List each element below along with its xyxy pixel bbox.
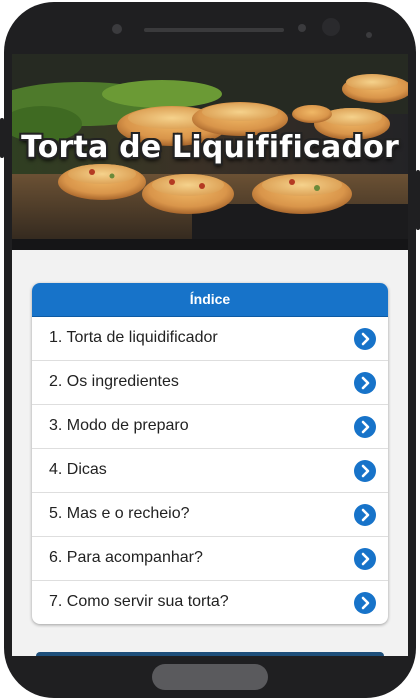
- chevron-right-icon[interactable]: [354, 328, 376, 350]
- front-camera: [322, 18, 340, 36]
- hero-banner: Torta de Liquifificador: [12, 54, 408, 250]
- toc-item-para-acompanhar[interactable]: 6. Para acompanhar?: [32, 537, 388, 581]
- hero-title: Torta de Liquifificador: [21, 130, 399, 165]
- toc-item-label: 7. Como servir sua torta?: [49, 593, 229, 610]
- table-of-contents: Índice 1. Torta de liquidificador 2. Os …: [32, 283, 388, 624]
- toc-item-torta-de-liquidificador[interactable]: 1. Torta de liquidificador: [32, 317, 388, 361]
- earpiece-speaker: [144, 28, 284, 32]
- toc-item-mas-e-o-recheio[interactable]: 5. Mas e o recheio?: [32, 493, 388, 537]
- toc-item-label: 1. Torta de liquidificador: [49, 329, 218, 346]
- toc-item-como-servir-sua-torta[interactable]: 7. Como servir sua torta?: [32, 581, 388, 624]
- chevron-right-icon[interactable]: [354, 592, 376, 614]
- chevron-right-icon[interactable]: [354, 548, 376, 570]
- screen: Torta de Liquifificador Índice 1. Torta …: [12, 54, 408, 656]
- next-section-edge: [36, 652, 384, 656]
- chevron-right-icon[interactable]: [354, 416, 376, 438]
- toc-item-label: 6. Para acompanhar?: [49, 549, 203, 566]
- phone-side-button-right: [416, 170, 420, 230]
- toc-item-label: 2. Os ingredientes: [49, 373, 179, 390]
- phone-frame: Torta de Liquifificador Índice 1. Torta …: [4, 2, 416, 698]
- chevron-right-icon[interactable]: [354, 504, 376, 526]
- front-camera-left: [112, 24, 122, 34]
- chevron-right-icon[interactable]: [354, 372, 376, 394]
- proximity-sensor: [298, 24, 306, 32]
- toc-item-os-ingredientes[interactable]: 2. Os ingredientes: [32, 361, 388, 405]
- toc-list: 1. Torta de liquidificador 2. Os ingredi…: [32, 317, 388, 624]
- toc-item-modo-de-preparo[interactable]: 3. Modo de preparo: [32, 405, 388, 449]
- toc-item-label: 3. Modo de preparo: [49, 417, 189, 434]
- toc-header: Índice: [32, 283, 388, 317]
- home-button[interactable]: [152, 664, 268, 690]
- toc-item-label: 5. Mas e o recheio?: [49, 505, 190, 522]
- toc-item-label: 4. Dicas: [49, 461, 107, 478]
- chevron-right-icon[interactable]: [354, 460, 376, 482]
- toc-item-dicas[interactable]: 4. Dicas: [32, 449, 388, 493]
- indicator-light: [366, 32, 372, 38]
